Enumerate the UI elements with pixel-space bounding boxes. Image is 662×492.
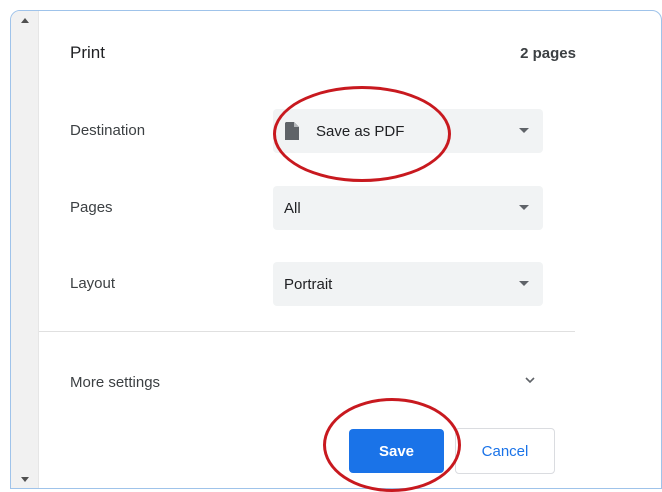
destination-label: Destination bbox=[70, 122, 146, 139]
layout-label: Layout bbox=[70, 275, 116, 292]
section-divider bbox=[39, 331, 575, 332]
dialog-title: Print bbox=[70, 43, 105, 62]
chevron-down-icon[interactable] bbox=[523, 373, 537, 387]
print-dialog: Print 2 pages Destination Save as PDF Pa… bbox=[10, 10, 662, 489]
pages-label: Pages bbox=[70, 199, 113, 216]
more-settings-toggle[interactable]: More settings bbox=[70, 374, 160, 391]
dropdown-caret-icon bbox=[519, 281, 529, 286]
pages-value: All bbox=[284, 199, 301, 217]
scroll-up-arrow-icon[interactable] bbox=[11, 13, 38, 27]
destination-select[interactable]: Save as PDF bbox=[273, 109, 543, 153]
document-icon bbox=[285, 122, 299, 140]
save-button[interactable]: Save bbox=[349, 429, 444, 473]
dropdown-caret-icon bbox=[519, 205, 529, 210]
print-settings-panel: Print 2 pages Destination Save as PDF Pa… bbox=[39, 11, 661, 488]
pages-select[interactable]: All bbox=[273, 186, 543, 230]
page-count: 2 pages bbox=[520, 45, 576, 62]
layout-value: Portrait bbox=[284, 275, 333, 293]
cancel-button[interactable]: Cancel bbox=[455, 428, 555, 474]
destination-value: Save as PDF bbox=[316, 122, 405, 140]
dropdown-caret-icon bbox=[519, 128, 529, 133]
scroll-down-arrow-icon[interactable] bbox=[11, 472, 38, 486]
vertical-scrollbar[interactable] bbox=[11, 11, 39, 488]
layout-select[interactable]: Portrait bbox=[273, 262, 543, 306]
